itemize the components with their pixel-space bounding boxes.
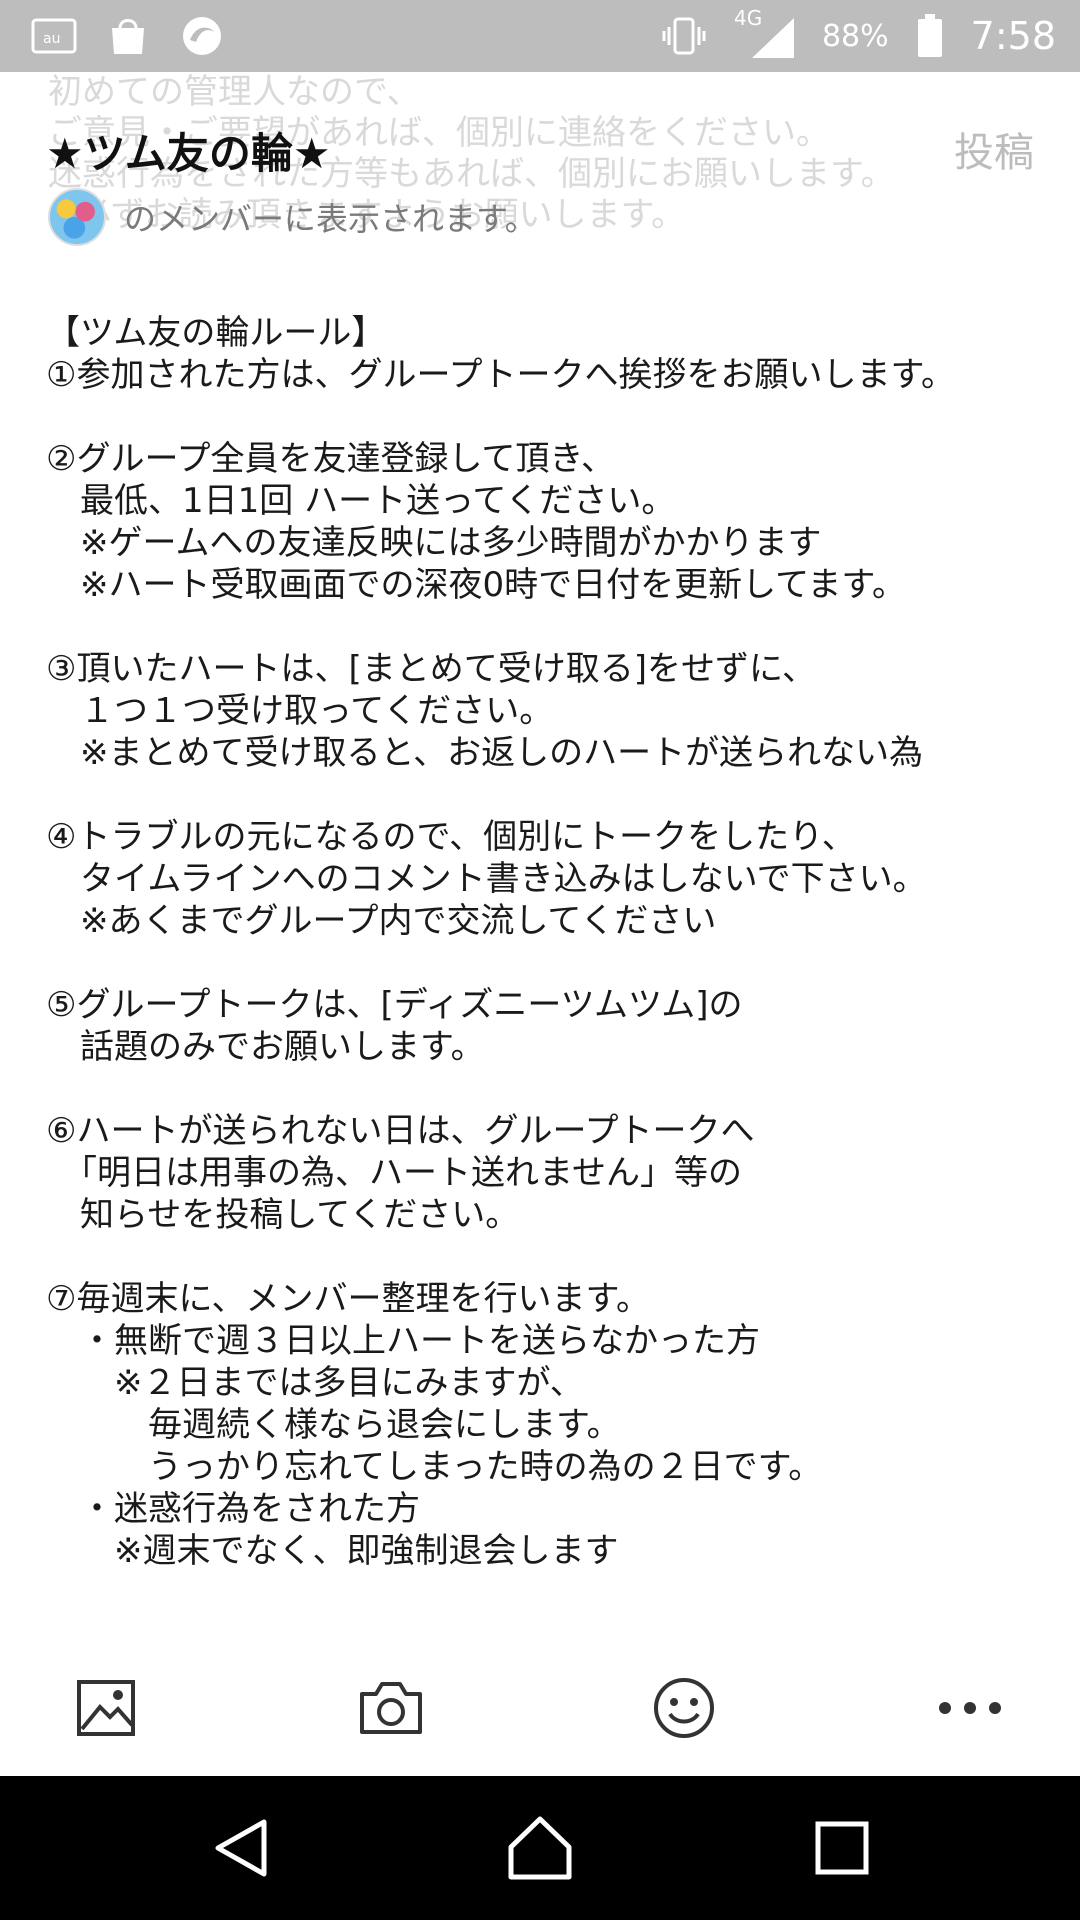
more-icon[interactable] — [932, 1670, 1008, 1746]
vibrate-icon — [660, 12, 708, 60]
post-body-text[interactable]: 【ツム友の輪ルール】 ①参加された方は、グループトークへ挨拶をお願いします。 ②… — [46, 312, 1046, 1572]
battery-percent: 88% — [821, 18, 889, 54]
system-nav-bar — [0, 1776, 1080, 1920]
home-icon[interactable] — [498, 1806, 582, 1890]
svg-text:au: au — [43, 31, 60, 47]
visibility-row[interactable]: のメンバーに表示されます。 — [48, 188, 537, 246]
post-button[interactable]: 投稿 — [954, 120, 1034, 178]
swirl-app-icon — [178, 12, 226, 60]
camera-icon[interactable] — [356, 1670, 426, 1746]
status-bar-left: au — [30, 12, 226, 60]
post-header: 初めての管理人なので、 ご意見・ご要望があれば、個別に連絡をください。 迷惑行為… — [0, 72, 1080, 262]
battery-icon — [915, 12, 945, 60]
recents-icon[interactable] — [800, 1806, 884, 1890]
au-icon: au — [30, 12, 78, 60]
market-icon — [104, 12, 152, 60]
clock: 7:58 — [970, 14, 1056, 58]
visibility-text: のメンバーに表示されます。 — [124, 200, 537, 238]
back-icon[interactable] — [200, 1806, 284, 1890]
group-avatar — [48, 188, 106, 246]
smiley-icon[interactable] — [646, 1670, 722, 1746]
compose-toolbar — [0, 1640, 1080, 1776]
image-icon[interactable] — [68, 1670, 144, 1746]
status-bar-right: 4G 88% 7:58 — [660, 6, 1056, 60]
signal-icon: 4G — [734, 6, 796, 60]
group-title: ★ツム友の輪★ — [46, 129, 331, 178]
status-bar: au 4G 88% 7:58 — [0, 0, 1080, 72]
network-label: 4G — [733, 6, 763, 30]
